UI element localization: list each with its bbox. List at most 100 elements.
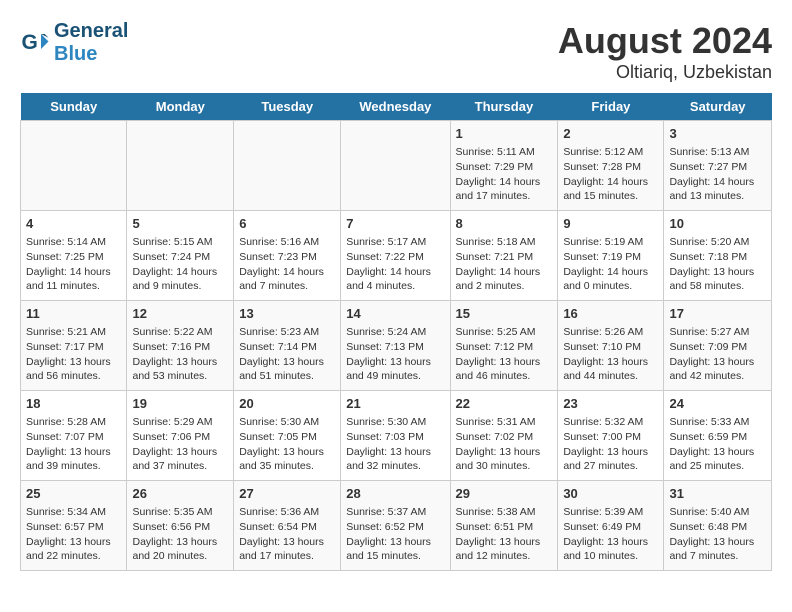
weekday-header: Sunday xyxy=(21,93,127,121)
day-content: Sunrise: 5:32 AM Sunset: 7:00 PM Dayligh… xyxy=(563,415,658,474)
day-number: 16 xyxy=(563,305,658,323)
calendar-cell: 3Sunrise: 5:13 AM Sunset: 7:27 PM Daylig… xyxy=(664,121,772,211)
logo-text-line1: General xyxy=(54,20,128,43)
day-content: Sunrise: 5:17 AM Sunset: 7:22 PM Dayligh… xyxy=(346,235,444,294)
day-content: Sunrise: 5:12 AM Sunset: 7:28 PM Dayligh… xyxy=(563,145,658,204)
subtitle: Oltiariq, Uzbekistan xyxy=(558,62,772,83)
page-header: G General Blue August 2024 Oltiariq, Uzb… xyxy=(20,20,772,83)
calendar-cell: 8 Sunrise: 5:18 AM Sunset: 7:21 PM Daylig… xyxy=(450,211,558,301)
title-block: August 2024 Oltiariq, Uzbekistan xyxy=(558,20,772,83)
day-number: 8 xyxy=(456,215,553,233)
logo-text-line2: Blue xyxy=(54,43,128,66)
weekday-header: Monday xyxy=(127,93,234,121)
day-content: Sunrise: 5:13 AM Sunset: 7:27 PM Dayligh… xyxy=(669,145,766,204)
calendar-cell: 27 Sunrise: 5:36 AM Sunset: 6:54 PM Dayli… xyxy=(234,481,341,571)
day-content: Sunrise: 5:34 AM Sunset: 6:57 PM Dayligh… xyxy=(26,505,121,564)
calendar-cell xyxy=(127,121,234,211)
day-number: 7 xyxy=(346,215,444,233)
day-content: Sunrise: 5:11 AM Sunset: 7:29 PM Dayligh… xyxy=(456,145,553,204)
day-number: 4 xyxy=(26,215,121,233)
day-number: 6 xyxy=(239,215,335,233)
calendar-cell: 7 Sunrise: 5:17 AM Sunset: 7:22 PM Daylig… xyxy=(341,211,450,301)
calendar-cell: 21 Sunrise: 5:30 AM Sunset: 7:03 PM Dayli… xyxy=(341,391,450,481)
calendar-cell: 16 Sunrise: 5:26 AM Sunset: 7:10 PM Dayli… xyxy=(558,301,664,391)
calendar-cell: 26Sunrise: 5:35 AM Sunset: 6:56 PM Dayli… xyxy=(127,481,234,571)
day-number: 23 xyxy=(563,395,658,413)
day-content: Sunrise: 5:29 AM Sunset: 7:06 PM Dayligh… xyxy=(132,415,228,474)
day-content: Sunrise: 5:40 AM Sunset: 6:48 PM Dayligh… xyxy=(669,505,766,564)
day-content: Sunrise: 5:38 AM Sunset: 6:51 PM Dayligh… xyxy=(456,505,553,564)
day-number: 29 xyxy=(456,485,553,503)
day-number: 25 xyxy=(26,485,121,503)
day-number: 31 xyxy=(669,485,766,503)
day-number: 15 xyxy=(456,305,553,323)
day-number: 27 xyxy=(239,485,335,503)
day-content: Sunrise: 5:14 AM Sunset: 7:25 PM Dayligh… xyxy=(26,235,121,294)
day-number: 10 xyxy=(669,215,766,233)
calendar-cell: 28 Sunrise: 5:37 AM Sunset: 6:52 PM Dayli… xyxy=(341,481,450,571)
calendar-cell: 1Sunrise: 5:11 AM Sunset: 7:29 PM Daylig… xyxy=(450,121,558,211)
calendar-cell: 30 Sunrise: 5:39 AM Sunset: 6:49 PM Dayli… xyxy=(558,481,664,571)
calendar-cell: 9Sunrise: 5:19 AM Sunset: 7:19 PM Daylig… xyxy=(558,211,664,301)
day-number: 9 xyxy=(563,215,658,233)
calendar-cell: 31 Sunrise: 5:40 AM Sunset: 6:48 PM Dayli… xyxy=(664,481,772,571)
calendar-cell: 25 Sunrise: 5:34 AM Sunset: 6:57 PM Dayli… xyxy=(21,481,127,571)
day-number: 18 xyxy=(26,395,121,413)
weekday-header: Saturday xyxy=(664,93,772,121)
calendar-table: SundayMondayTuesdayWednesdayThursdayFrid… xyxy=(20,93,772,571)
logo: G General Blue xyxy=(20,20,128,66)
calendar-cell xyxy=(21,121,127,211)
day-number: 17 xyxy=(669,305,766,323)
day-content: Sunrise: 5:35 AM Sunset: 6:56 PM Dayligh… xyxy=(132,505,228,564)
day-content: Sunrise: 5:23 AM Sunset: 7:14 PM Dayligh… xyxy=(239,325,335,384)
calendar-cell: 23 Sunrise: 5:32 AM Sunset: 7:00 PM Dayli… xyxy=(558,391,664,481)
day-content: Sunrise: 5:27 AM Sunset: 7:09 PM Dayligh… xyxy=(669,325,766,384)
calendar-cell: 20 Sunrise: 5:30 AM Sunset: 7:05 PM Dayli… xyxy=(234,391,341,481)
calendar-cell: 11Sunrise: 5:21 AM Sunset: 7:17 PM Dayli… xyxy=(21,301,127,391)
day-number: 28 xyxy=(346,485,444,503)
day-number: 19 xyxy=(132,395,228,413)
calendar-cell: 18 Sunrise: 5:28 AM Sunset: 7:07 PM Dayli… xyxy=(21,391,127,481)
day-number: 2 xyxy=(563,125,658,143)
calendar-cell: 6 Sunrise: 5:16 AM Sunset: 7:23 PM Daylig… xyxy=(234,211,341,301)
day-content: Sunrise: 5:37 AM Sunset: 6:52 PM Dayligh… xyxy=(346,505,444,564)
day-content: Sunrise: 5:25 AM Sunset: 7:12 PM Dayligh… xyxy=(456,325,553,384)
logo-icon: G xyxy=(20,28,50,58)
day-number: 22 xyxy=(456,395,553,413)
day-content: Sunrise: 5:28 AM Sunset: 7:07 PM Dayligh… xyxy=(26,415,121,474)
day-content: Sunrise: 5:33 AM Sunset: 6:59 PM Dayligh… xyxy=(669,415,766,474)
weekday-header: Tuesday xyxy=(234,93,341,121)
svg-text:G: G xyxy=(22,31,38,54)
day-number: 20 xyxy=(239,395,335,413)
calendar-cell: 12Sunrise: 5:22 AM Sunset: 7:16 PM Dayli… xyxy=(127,301,234,391)
day-content: Sunrise: 5:18 AM Sunset: 7:21 PM Dayligh… xyxy=(456,235,553,294)
day-number: 24 xyxy=(669,395,766,413)
calendar-cell: 22 Sunrise: 5:31 AM Sunset: 7:02 PM Dayli… xyxy=(450,391,558,481)
day-number: 13 xyxy=(239,305,335,323)
day-content: Sunrise: 5:39 AM Sunset: 6:49 PM Dayligh… xyxy=(563,505,658,564)
calendar-cell: 17 Sunrise: 5:27 AM Sunset: 7:09 PM Dayli… xyxy=(664,301,772,391)
weekday-header: Thursday xyxy=(450,93,558,121)
calendar-cell: 19 Sunrise: 5:29 AM Sunset: 7:06 PM Dayli… xyxy=(127,391,234,481)
calendar-cell: 13 Sunrise: 5:23 AM Sunset: 7:14 PM Dayli… xyxy=(234,301,341,391)
day-content: Sunrise: 5:26 AM Sunset: 7:10 PM Dayligh… xyxy=(563,325,658,384)
day-content: Sunrise: 5:30 AM Sunset: 7:05 PM Dayligh… xyxy=(239,415,335,474)
day-content: Sunrise: 5:16 AM Sunset: 7:23 PM Dayligh… xyxy=(239,235,335,294)
day-content: Sunrise: 5:30 AM Sunset: 7:03 PM Dayligh… xyxy=(346,415,444,474)
day-content: Sunrise: 5:21 AM Sunset: 7:17 PM Dayligh… xyxy=(26,325,121,384)
day-number: 5 xyxy=(132,215,228,233)
day-content: Sunrise: 5:36 AM Sunset: 6:54 PM Dayligh… xyxy=(239,505,335,564)
day-content: Sunrise: 5:20 AM Sunset: 7:18 PM Dayligh… xyxy=(669,235,766,294)
day-number: 21 xyxy=(346,395,444,413)
day-content: Sunrise: 5:22 AM Sunset: 7:16 PM Dayligh… xyxy=(132,325,228,384)
calendar-cell xyxy=(234,121,341,211)
calendar-cell: 5 Sunrise: 5:15 AM Sunset: 7:24 PM Daylig… xyxy=(127,211,234,301)
calendar-cell: 29 Sunrise: 5:38 AM Sunset: 6:51 PM Dayli… xyxy=(450,481,558,571)
calendar-cell: 24 Sunrise: 5:33 AM Sunset: 6:59 PM Dayli… xyxy=(664,391,772,481)
calendar-cell xyxy=(341,121,450,211)
calendar-cell: 15 Sunrise: 5:25 AM Sunset: 7:12 PM Dayli… xyxy=(450,301,558,391)
day-number: 30 xyxy=(563,485,658,503)
day-content: Sunrise: 5:24 AM Sunset: 7:13 PM Dayligh… xyxy=(346,325,444,384)
day-content: Sunrise: 5:31 AM Sunset: 7:02 PM Dayligh… xyxy=(456,415,553,474)
day-content: Sunrise: 5:15 AM Sunset: 7:24 PM Dayligh… xyxy=(132,235,228,294)
